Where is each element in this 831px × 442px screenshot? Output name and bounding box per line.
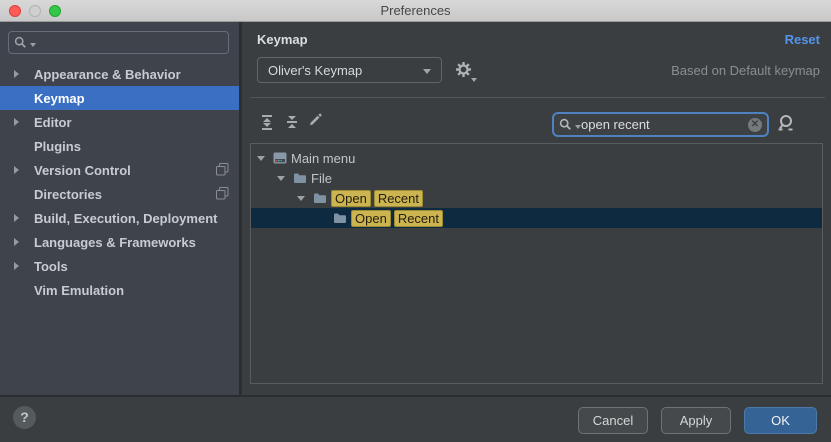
tree-row-open-recent[interactable]: OpenRecent [251, 188, 822, 208]
expand-arrow-icon[interactable] [14, 214, 19, 222]
pencil-icon [307, 112, 323, 128]
reset-link[interactable]: Reset [785, 32, 820, 47]
sidebar-item-list: Appearance & Behavior Keymap Editor Plug… [0, 62, 239, 302]
highlighted-label: OpenRecent [331, 190, 426, 207]
action-search-field[interactable]: ✕ [552, 112, 769, 137]
window-title: Preferences [0, 3, 831, 18]
per-project-settings-icon [216, 163, 229, 179]
tree-row-main-menu[interactable]: Main menu [251, 148, 822, 168]
gear-caret-icon [471, 78, 477, 82]
expand-arrow-icon[interactable] [14, 118, 19, 126]
search-icon [559, 118, 572, 131]
page-title: Keymap [257, 32, 308, 47]
based-on-label: Based on Default keymap [671, 63, 820, 78]
clear-search-icon[interactable]: ✕ [748, 118, 762, 132]
expand-arrow-icon[interactable] [14, 166, 19, 174]
sidebar-item-version-control[interactable]: Version Control [0, 158, 239, 182]
sidebar-item-directories[interactable]: Directories [0, 182, 239, 206]
sidebar-item-editor[interactable]: Editor [0, 110, 239, 134]
tree-row-open-recent-selected[interactable]: OpenRecent [251, 208, 822, 228]
expand-arrow-icon[interactable] [14, 238, 19, 246]
expand-arrow-icon[interactable] [14, 262, 19, 270]
expand-arrow-icon[interactable] [14, 70, 19, 78]
collapse-arrow-icon[interactable] [277, 176, 285, 181]
keymap-settings-panel: Keymap Reset Oliver's Keymap Based on De… [242, 22, 831, 395]
folder-icon [293, 172, 307, 187]
sidebar-item-build-execution-deployment[interactable]: Build, Execution, Deployment [0, 206, 239, 230]
keymap-dropdown-value: Oliver's Keymap [268, 63, 362, 78]
settings-sidebar: Appearance & Behavior Keymap Editor Plug… [0, 22, 239, 395]
folder-icon [333, 212, 347, 227]
collapse-all-button[interactable] [283, 114, 300, 130]
per-project-settings-icon [216, 187, 229, 203]
collapse-arrow-icon[interactable] [257, 156, 265, 161]
keymap-dropdown[interactable]: Oliver's Keymap [257, 57, 442, 83]
sidebar-search-field[interactable] [8, 31, 229, 54]
action-search-input[interactable] [581, 117, 748, 132]
sidebar-search-input[interactable] [36, 36, 223, 50]
main-menu-icon [273, 152, 287, 167]
cancel-button[interactable]: Cancel [578, 407, 648, 434]
keymap-options-gear-button[interactable] [454, 60, 476, 82]
sidebar-item-plugins[interactable]: Plugins [0, 134, 239, 158]
sidebar-item-languages-frameworks[interactable]: Languages & Frameworks [0, 230, 239, 254]
ok-button[interactable]: OK [744, 407, 817, 434]
sidebar-item-appearance-behavior[interactable]: Appearance & Behavior [0, 62, 239, 86]
edit-shortcut-button[interactable] [306, 112, 323, 128]
actions-tree: Main menu File OpenRecent [250, 143, 823, 384]
sidebar-item-tools[interactable]: Tools [0, 254, 239, 278]
folder-icon [313, 192, 327, 207]
dialog-footer: ? Cancel Apply OK [0, 395, 831, 442]
title-bar: Preferences [0, 0, 831, 22]
find-by-shortcut-button[interactable] [776, 114, 796, 137]
preferences-window: Preferences Appearance & Behavior Keymap [0, 0, 831, 442]
collapse-arrow-icon[interactable] [297, 196, 305, 201]
sidebar-item-vim-emulation[interactable]: Vim Emulation [0, 278, 239, 302]
find-by-shortcut-icon [776, 114, 796, 132]
sidebar-item-keymap[interactable]: Keymap [0, 86, 239, 110]
apply-button[interactable]: Apply [661, 407, 731, 434]
highlighted-label: OpenRecent [351, 210, 446, 227]
header-separator [250, 97, 825, 98]
chevron-down-icon [423, 69, 431, 74]
gear-icon [454, 60, 473, 79]
tree-row-file[interactable]: File [251, 168, 822, 188]
expand-all-button[interactable] [258, 114, 275, 130]
search-icon [14, 36, 27, 49]
help-button[interactable]: ? [13, 406, 36, 429]
